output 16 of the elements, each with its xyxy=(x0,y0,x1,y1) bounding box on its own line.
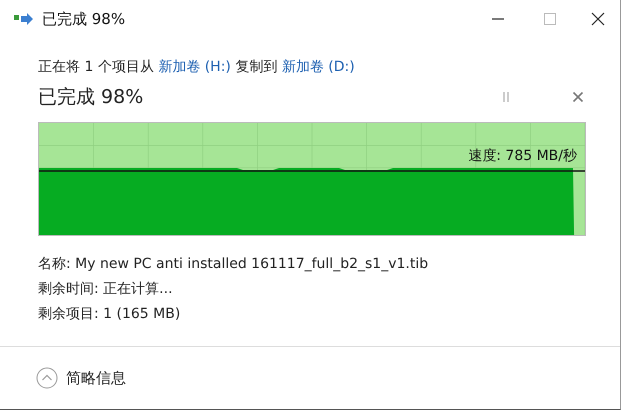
progress-heading: 已完成 98% xyxy=(38,85,144,110)
chevron-up-icon xyxy=(36,367,58,389)
copy-icon xyxy=(14,12,34,26)
detail-text: 名称: My new PC anti installed 161117_full_b2_s1_v1.tib xyxy=(38,255,430,274)
detail-text: 剩余时间: 正在计算... xyxy=(38,280,174,299)
copy-description: 正在将 1 个项目从 新加卷 (H:) 复制到 新加卷 (D:) xyxy=(38,58,356,76)
less-details-toggle[interactable]: 简略信息 xyxy=(36,367,126,389)
drive-link[interactable]: 新加卷 (H:) xyxy=(158,59,231,75)
maximize-icon xyxy=(542,11,558,27)
drive-link[interactable]: 新加卷 (D:) xyxy=(282,59,355,75)
detail-text: 剩余项目: 1 (165 MB) xyxy=(38,305,182,324)
speed-label: 速度: 785 MB/秒 xyxy=(468,147,577,165)
window-title: 已完成 98% xyxy=(42,10,126,28)
minimize-icon xyxy=(492,18,504,20)
close-icon xyxy=(590,11,606,27)
cancel-icon[interactable] xyxy=(572,91,584,103)
